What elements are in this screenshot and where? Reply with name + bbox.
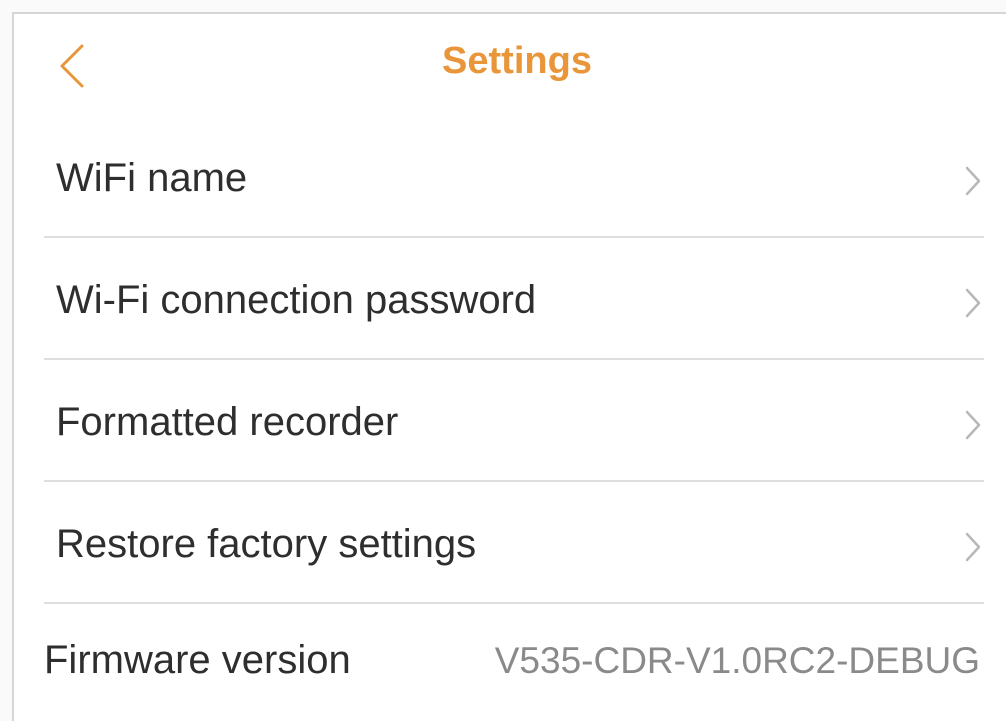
menu-item-label: Formatted recorder	[56, 400, 399, 444]
nav-bar: Settings	[14, 14, 1006, 114]
menu-item-label: Wi-Fi connection password	[56, 278, 537, 322]
page-title: Settings	[442, 40, 592, 82]
divider	[44, 358, 984, 360]
chevron-right-icon	[962, 164, 984, 198]
chevron-right-icon	[962, 286, 984, 320]
menu-item-label: WiFi name	[56, 156, 248, 200]
menu-item-format-recorder[interactable]: Formatted recorder	[44, 362, 984, 484]
firmware-version-row: Firmware version V535-CDR-V1.0RC2-DEBUG	[44, 608, 994, 708]
chevron-right-icon	[962, 530, 984, 564]
settings-screen: Settings WiFi name Wi-Fi connection pass…	[12, 12, 1006, 721]
firmware-version-label: Firmware version	[44, 638, 351, 682]
firmware-version-value: V535-CDR-V1.0RC2-DEBUG	[494, 640, 980, 681]
menu-item-label: Restore factory settings	[56, 522, 477, 566]
divider	[44, 480, 984, 482]
menu-item-wifi-password[interactable]: Wi-Fi connection password	[44, 240, 984, 362]
chevron-right-icon	[962, 408, 984, 442]
menu-item-restore-factory[interactable]: Restore factory settings	[44, 484, 984, 606]
divider	[44, 602, 984, 604]
menu-item-wifi-name[interactable]: WiFi name	[44, 118, 984, 240]
divider	[44, 236, 984, 238]
